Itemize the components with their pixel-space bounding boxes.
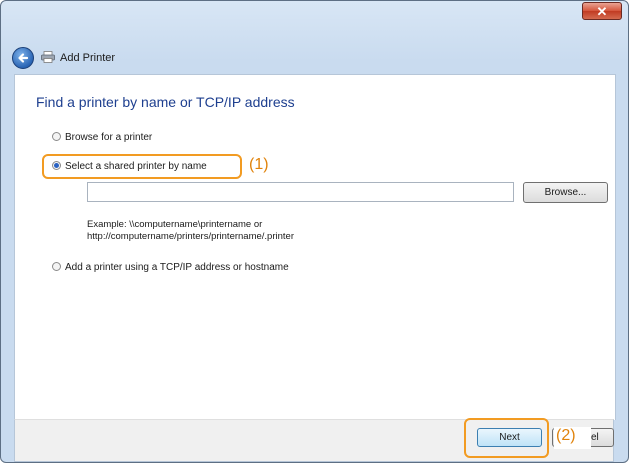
radio-add-by-tcpip[interactable]: Add a printer using a TCP/IP address or … [52, 261, 289, 273]
annotation-callout-2: (2) [556, 427, 576, 444]
back-arrow-icon [18, 53, 29, 63]
wizard-header: Add Printer [1, 39, 628, 73]
content-panel [14, 74, 616, 420]
page-heading: Find a printer by name or TCP/IP address [36, 94, 295, 110]
back-button[interactable] [12, 47, 34, 69]
browse-button[interactable]: Browse... [523, 182, 608, 203]
title-bar: ✕ [1, 1, 628, 37]
shared-printer-name-input[interactable] [87, 182, 514, 202]
radio-button[interactable] [52, 131, 61, 141]
cancel-label-partial: el [591, 432, 599, 443]
annotation-callout-1: (1) [249, 156, 269, 173]
radio-label: Add a printer using a TCP/IP address or … [65, 262, 289, 273]
radio-label: Browse for a printer [65, 132, 153, 143]
radio-button[interactable] [52, 261, 61, 271]
printer-icon [41, 51, 55, 63]
close-icon: ✕ [596, 4, 608, 19]
example-line-2: http://computername/printers/printername… [87, 231, 294, 242]
wizard-title: Add Printer [60, 52, 116, 64]
radio-browse-for-printer[interactable]: Browse for a printer [52, 131, 153, 143]
example-line-1: Example: \\computername\printername or [87, 219, 263, 230]
annotation-highlight-1 [42, 154, 242, 179]
example-text: Example: \\computername\printername or h… [87, 219, 294, 243]
close-button[interactable]: ✕ [582, 2, 622, 20]
annotation-highlight-2 [464, 418, 549, 458]
